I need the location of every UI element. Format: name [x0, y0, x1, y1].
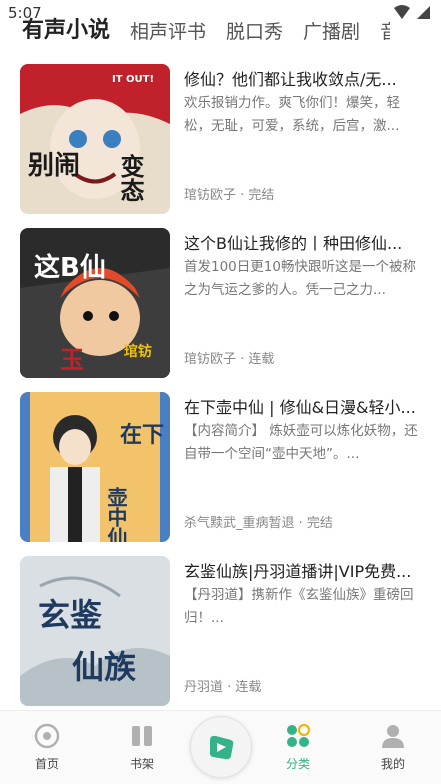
svg-text:玉: 玉	[60, 346, 84, 374]
list-item[interactable]: 玄鉴 仙族 玄鉴仙族|丹羽道播讲|VIP免费... 【丹羽道】携新作《玄鉴仙族》…	[0, 550, 441, 706]
book-title[interactable]: 玄鉴仙族|丹羽道播讲|VIP免费...	[184, 558, 420, 582]
tab-talk-show[interactable]: 脱口秀	[226, 17, 283, 44]
book-title[interactable]: 这个B仙让我修的丨种田修仙...	[184, 230, 420, 254]
status-time: 5:07	[8, 4, 42, 22]
book-description: 首发100日更10畅快跟听这是一个被称之为气运之爹的人。凭一己之力...	[184, 259, 416, 298]
category-tabs: 有声小说 相声评书 脱口秀 广播剧 音	[0, 0, 441, 58]
bookshelf-icon	[132, 726, 152, 746]
svg-text:这B仙: 这B仙	[34, 252, 106, 283]
svg-text:壶中仙: 壶中仙	[104, 486, 128, 542]
tab-radio-drama[interactable]: 广播剧	[303, 17, 360, 44]
book-description: 【内容简介】 炼妖壶可以炼化妖物，还自带一个空间“壶中天地”。...	[184, 423, 418, 462]
svg-text:在下: 在下	[120, 422, 164, 448]
nav-shelf-label: 书架	[129, 757, 154, 771]
tab-crosstalk[interactable]: 相声评书	[130, 17, 206, 44]
cover-art: 别闹 变态 IT OUT!	[20, 64, 170, 214]
home-disc-icon	[34, 723, 60, 749]
book-description: 欢乐报销力作。爽飞你们！爆笑，轻松，无耻，可爱，系统，后宫，激...	[184, 95, 400, 134]
user-profile-icon	[382, 725, 404, 748]
book-list: 别闹 变态 IT OUT! 修仙？他们都让我收敛点/无... 欢乐报销力作。爽飞…	[0, 58, 441, 710]
wifi-icon	[394, 5, 410, 19]
signal-icon	[417, 6, 430, 19]
category-grid-icon	[287, 723, 311, 747]
cover-art: 这B仙 玉 琯钫	[20, 228, 170, 378]
book-description: 【丹羽道】携新作《玄鉴仙族》重磅回归！...	[184, 587, 414, 626]
nav-home[interactable]: 首页	[17, 723, 77, 772]
list-item[interactable]: 别闹 变态 IT OUT! 修仙？他们都让我收敛点/无... 欢乐报销力作。爽飞…	[0, 58, 441, 214]
nav-home-label: 首页	[34, 757, 59, 771]
status-icons	[393, 4, 431, 20]
player-icon	[209, 735, 234, 760]
list-item[interactable]: 这B仙 玉 琯钫 这个B仙让我修的丨种田修仙... 首发100日更10畅快跟听这…	[0, 222, 441, 378]
book-cover[interactable]: 玄鉴 仙族	[20, 556, 170, 706]
nav-mine-label: 我的	[380, 757, 405, 771]
svg-text:琯钫: 琯钫	[124, 343, 152, 360]
svg-text:IT OUT!: IT OUT!	[112, 74, 154, 85]
book-title[interactable]: 在下壶中仙 | 修仙&日漫&轻小...	[184, 394, 420, 418]
book-meta: 琯钫欧子 · 完结	[184, 188, 275, 203]
list-item[interactable]: 在下 壶中仙 在下壶中仙 | 修仙&日漫&轻小... 【内容简介】 炼妖壶可以炼…	[0, 386, 441, 542]
cover-art: 在下 壶中仙	[20, 392, 170, 542]
svg-text:玄鉴: 玄鉴	[38, 596, 103, 634]
book-cover[interactable]: 别闹 变态 IT OUT!	[20, 64, 170, 214]
svg-text:变态: 变态	[116, 153, 144, 202]
tab-music[interactable]: 音	[380, 17, 390, 44]
nav-category[interactable]: 分类	[268, 723, 328, 772]
player-button[interactable]	[190, 716, 252, 778]
book-cover[interactable]: 这B仙 玉 琯钫	[20, 228, 170, 378]
svg-text:仙族: 仙族	[72, 648, 137, 686]
book-cover[interactable]: 在下 壶中仙	[20, 392, 170, 542]
book-meta: 丹羽道 · 连载	[184, 680, 262, 695]
nav-shelf[interactable]: 书架	[112, 723, 172, 772]
nav-mine[interactable]: 我的	[363, 723, 423, 772]
svg-text:别闹: 别闹	[27, 151, 80, 181]
cover-art: 玄鉴 仙族	[20, 556, 170, 706]
nav-category-label: 分类	[285, 757, 310, 771]
book-meta: 杀气黩武_重病暂退 · 完结	[184, 516, 333, 531]
book-meta: 琯钫欧子 · 连载	[184, 352, 275, 367]
bottom-nav: 首页 书架 分类 我的	[0, 710, 441, 784]
book-title[interactable]: 修仙？他们都让我收敛点/无...	[184, 66, 420, 90]
